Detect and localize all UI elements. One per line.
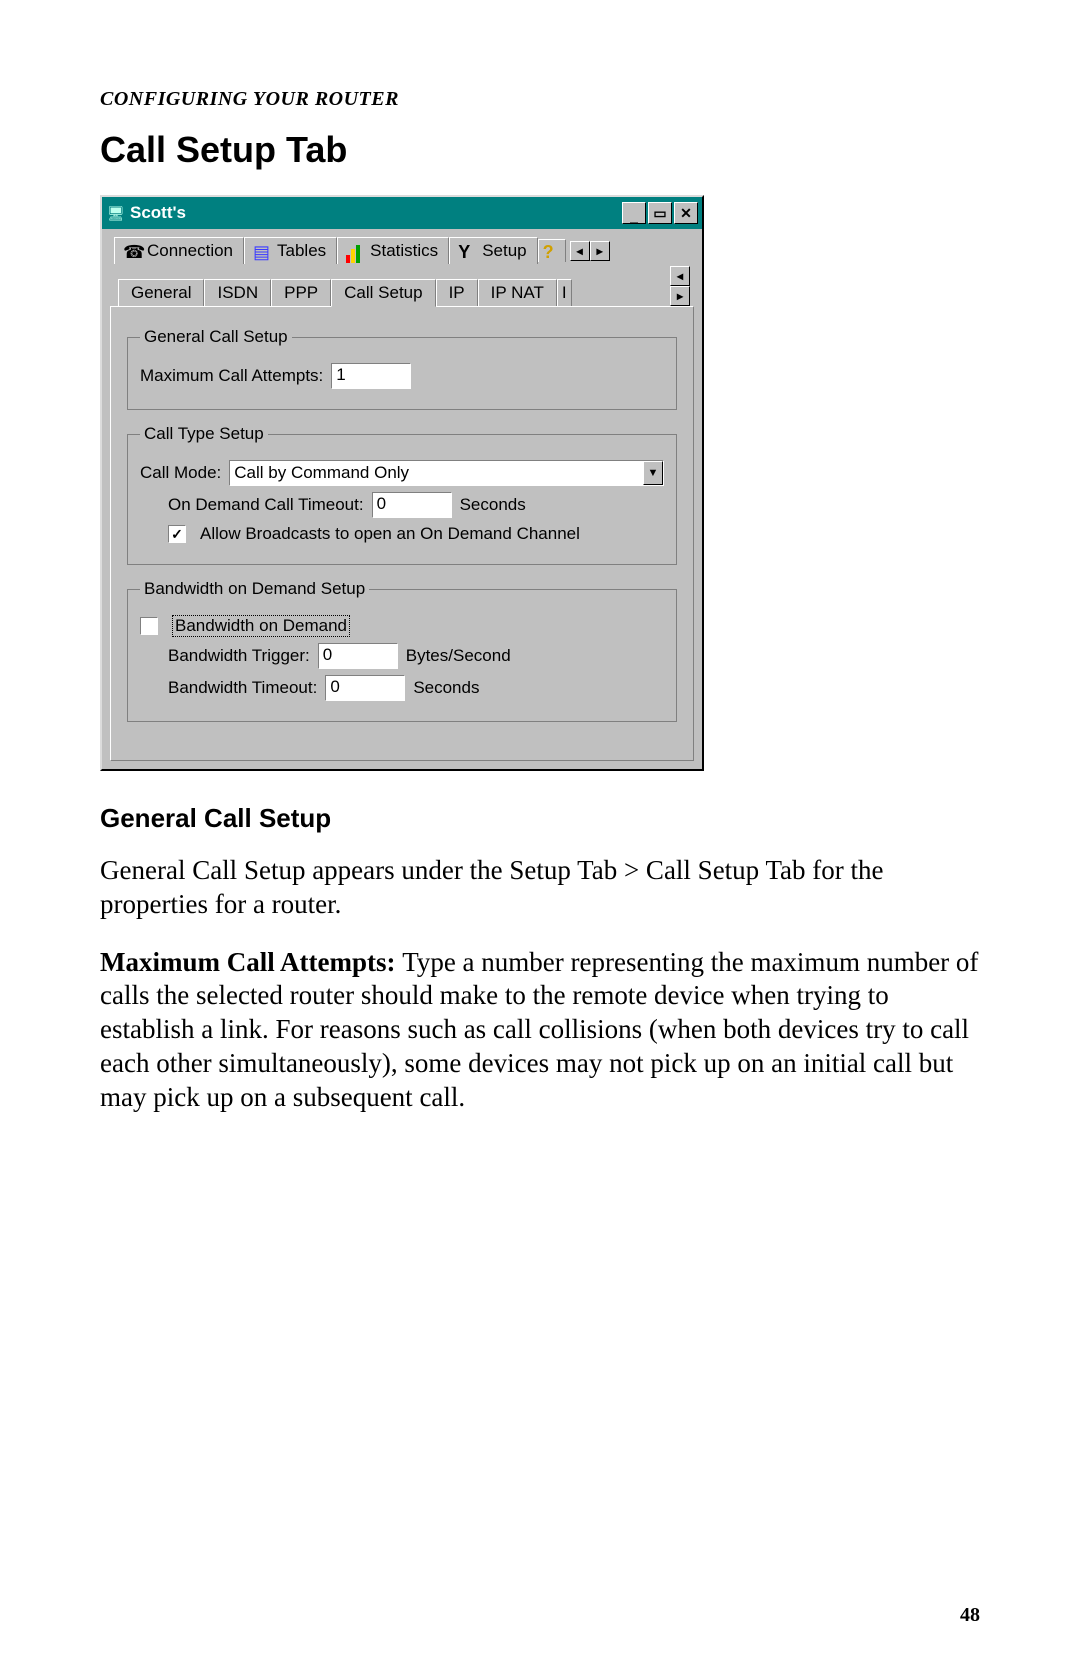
- max-call-attempts-label: Maximum Call Attempts:: [140, 366, 323, 386]
- subtab-ip[interactable]: IP: [436, 279, 478, 306]
- group-bandwidth-on-demand: Bandwidth on Demand Setup Bandwidth on D…: [127, 579, 677, 722]
- page-number: 48: [960, 1604, 980, 1627]
- tab-statistics[interactable]: Statistics: [337, 237, 449, 264]
- setup-icon: [458, 243, 476, 259]
- tab-tables[interactable]: Tables: [244, 237, 337, 264]
- bod-checkbox[interactable]: [140, 617, 158, 635]
- statistics-icon: [346, 243, 364, 259]
- subtab-scroll-left[interactable]: ◂: [670, 266, 690, 286]
- group-call-type-setup: Call Type Setup Call Mode: Call by Comma…: [127, 424, 677, 565]
- tab-help[interactable]: [538, 239, 566, 262]
- allow-broadcasts-checkbox[interactable]: ✓: [168, 525, 186, 543]
- window-title: Scott's: [130, 203, 186, 223]
- tab-page: General Call Setup Maximum Call Attempts…: [110, 306, 694, 761]
- main-tab-row: Connection Tables Statistics Setup: [110, 237, 694, 264]
- minimize-button[interactable]: _: [622, 202, 646, 224]
- breadcrumb: CONFIGURING YOUR ROUTER: [100, 88, 980, 111]
- titlebar[interactable]: Scott's _ ▭ ✕: [102, 197, 702, 229]
- call-mode-value: Call by Command Only: [230, 462, 643, 484]
- group-general-call-setup: General Call Setup Maximum Call Attempts…: [127, 327, 677, 410]
- paragraph-1: General Call Setup appears under the Set…: [100, 854, 980, 922]
- bandwidth-timeout-unit: Seconds: [413, 678, 479, 698]
- call-mode-label: Call Mode:: [140, 463, 221, 483]
- subtab-call-setup[interactable]: Call Setup: [331, 279, 435, 307]
- tab-connection-label: Connection: [147, 241, 233, 261]
- group-call-type-legend: Call Type Setup: [140, 424, 268, 444]
- computer-icon: [106, 203, 126, 223]
- tab-scroll-right[interactable]: ▸: [590, 241, 610, 261]
- subtab-extra[interactable]: I: [557, 279, 572, 306]
- group-general-legend: General Call Setup: [140, 327, 292, 347]
- sub-tab-row: General ISDN PPP Call Setup IP IP NAT I …: [110, 264, 694, 306]
- bandwidth-trigger-field[interactable]: 0: [318, 643, 398, 669]
- window: Scott's _ ▭ ✕ Connection Tables: [100, 195, 704, 771]
- tab-setup-label: Setup: [482, 241, 526, 261]
- subtab-ip-nat[interactable]: IP NAT: [478, 279, 557, 306]
- close-button[interactable]: ✕: [674, 202, 698, 224]
- tab-connection[interactable]: Connection: [114, 237, 244, 264]
- tab-statistics-label: Statistics: [370, 241, 438, 261]
- on-demand-timeout-field[interactable]: 0: [372, 492, 452, 518]
- max-call-attempts-field[interactable]: 1: [331, 363, 411, 389]
- on-demand-timeout-label: On Demand Call Timeout:: [168, 495, 364, 515]
- tab-tables-label: Tables: [277, 241, 326, 261]
- chevron-down-icon[interactable]: ▼: [643, 461, 663, 485]
- subtab-isdn[interactable]: ISDN: [204, 279, 271, 306]
- tab-setup[interactable]: Setup: [449, 237, 537, 264]
- call-mode-select[interactable]: Call by Command Only ▼: [229, 460, 664, 486]
- bod-label: Bandwidth on Demand: [172, 615, 350, 637]
- bandwidth-trigger-unit: Bytes/Second: [406, 646, 511, 666]
- subtab-scroll-right[interactable]: ▸: [670, 286, 690, 306]
- subheading: General Call Setup: [100, 803, 980, 834]
- allow-broadcasts-label: Allow Broadcasts to open an On Demand Ch…: [200, 524, 580, 544]
- subtab-ppp[interactable]: PPP: [271, 279, 331, 306]
- bandwidth-timeout-field[interactable]: 0: [325, 675, 405, 701]
- tables-icon: [253, 243, 271, 259]
- help-icon: [543, 243, 561, 259]
- paragraph-2: Maximum Call Attempts: Type a number rep…: [100, 946, 980, 1115]
- section-title: Call Setup Tab: [100, 129, 980, 171]
- group-bod-legend: Bandwidth on Demand Setup: [140, 579, 369, 599]
- maximize-button[interactable]: ▭: [648, 202, 672, 224]
- bandwidth-trigger-label: Bandwidth Trigger:: [168, 646, 310, 666]
- phone-icon: [123, 243, 141, 259]
- paragraph-2-bold: Maximum Call Attempts:: [100, 947, 402, 977]
- bandwidth-timeout-label: Bandwidth Timeout:: [168, 678, 317, 698]
- tab-scroll-left[interactable]: ◂: [570, 241, 590, 261]
- on-demand-timeout-unit: Seconds: [460, 495, 526, 515]
- subtab-general[interactable]: General: [118, 279, 204, 306]
